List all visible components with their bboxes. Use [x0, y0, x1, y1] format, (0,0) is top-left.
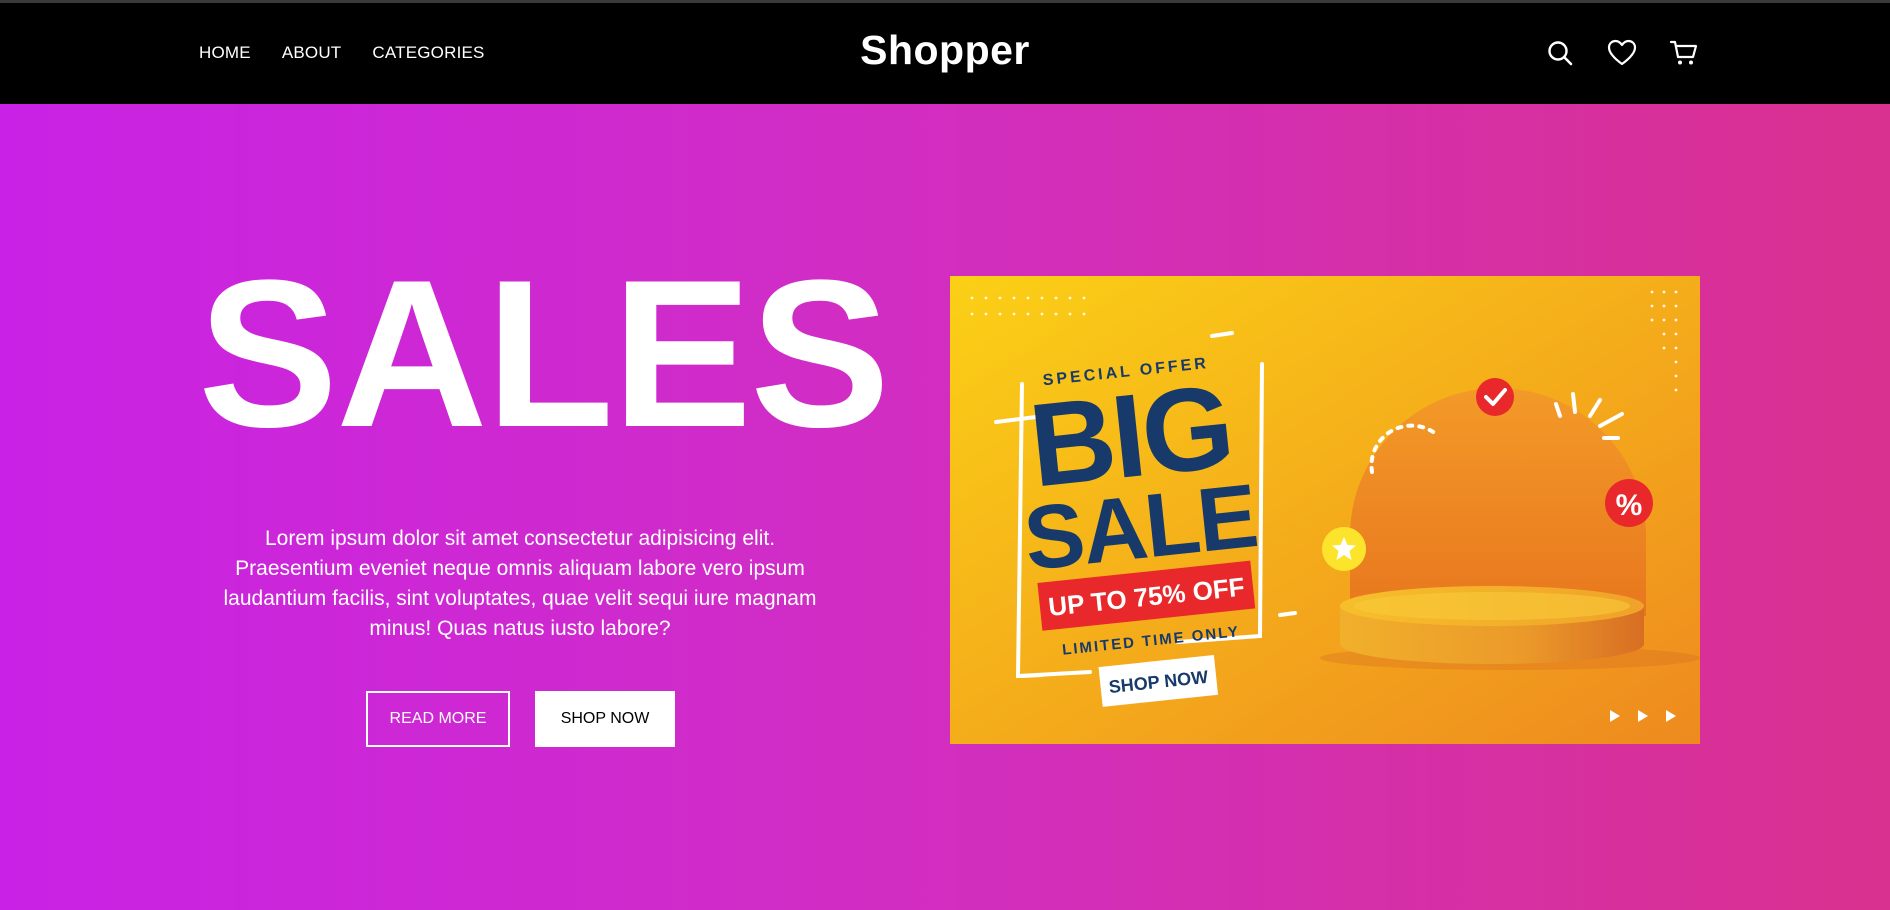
hero-title: SALES — [198, 236, 890, 471]
search-icon[interactable] — [1544, 37, 1576, 69]
nav-icons — [1544, 37, 1700, 69]
check-badge-icon — [1476, 378, 1514, 416]
hero-buttons: READ MORE SHOP NOW — [366, 691, 675, 747]
nav-link-about[interactable]: ABOUT — [282, 43, 342, 63]
sale-banner-graphic: SPECIAL OFFER BIG SALE UP TO 75% OFF LIM… — [950, 276, 1700, 744]
brand-logo[interactable]: Shopper — [860, 27, 1030, 73]
nav-link-home[interactable]: HOME — [199, 43, 251, 63]
shop-now-button[interactable]: SHOP NOW — [535, 691, 675, 747]
nav-links: HOME ABOUT CATEGORIES — [199, 43, 485, 63]
navbar: HOME ABOUT CATEGORIES Shopper — [0, 3, 1890, 104]
hero-description: Lorem ipsum dolor sit amet consectetur a… — [223, 527, 817, 640]
read-more-button[interactable]: READ MORE — [366, 691, 510, 747]
percent-symbol: % — [1616, 489, 1643, 522]
cart-icon[interactable] — [1668, 37, 1700, 69]
nav-link-categories[interactable]: CATEGORIES — [372, 43, 484, 63]
hero-section: SALES Lorem ipsum dolor sit amet consect… — [0, 104, 1890, 910]
sale-banner-image[interactable]: SPECIAL OFFER BIG SALE UP TO 75% OFF LIM… — [950, 276, 1700, 744]
heart-icon[interactable] — [1606, 37, 1638, 69]
